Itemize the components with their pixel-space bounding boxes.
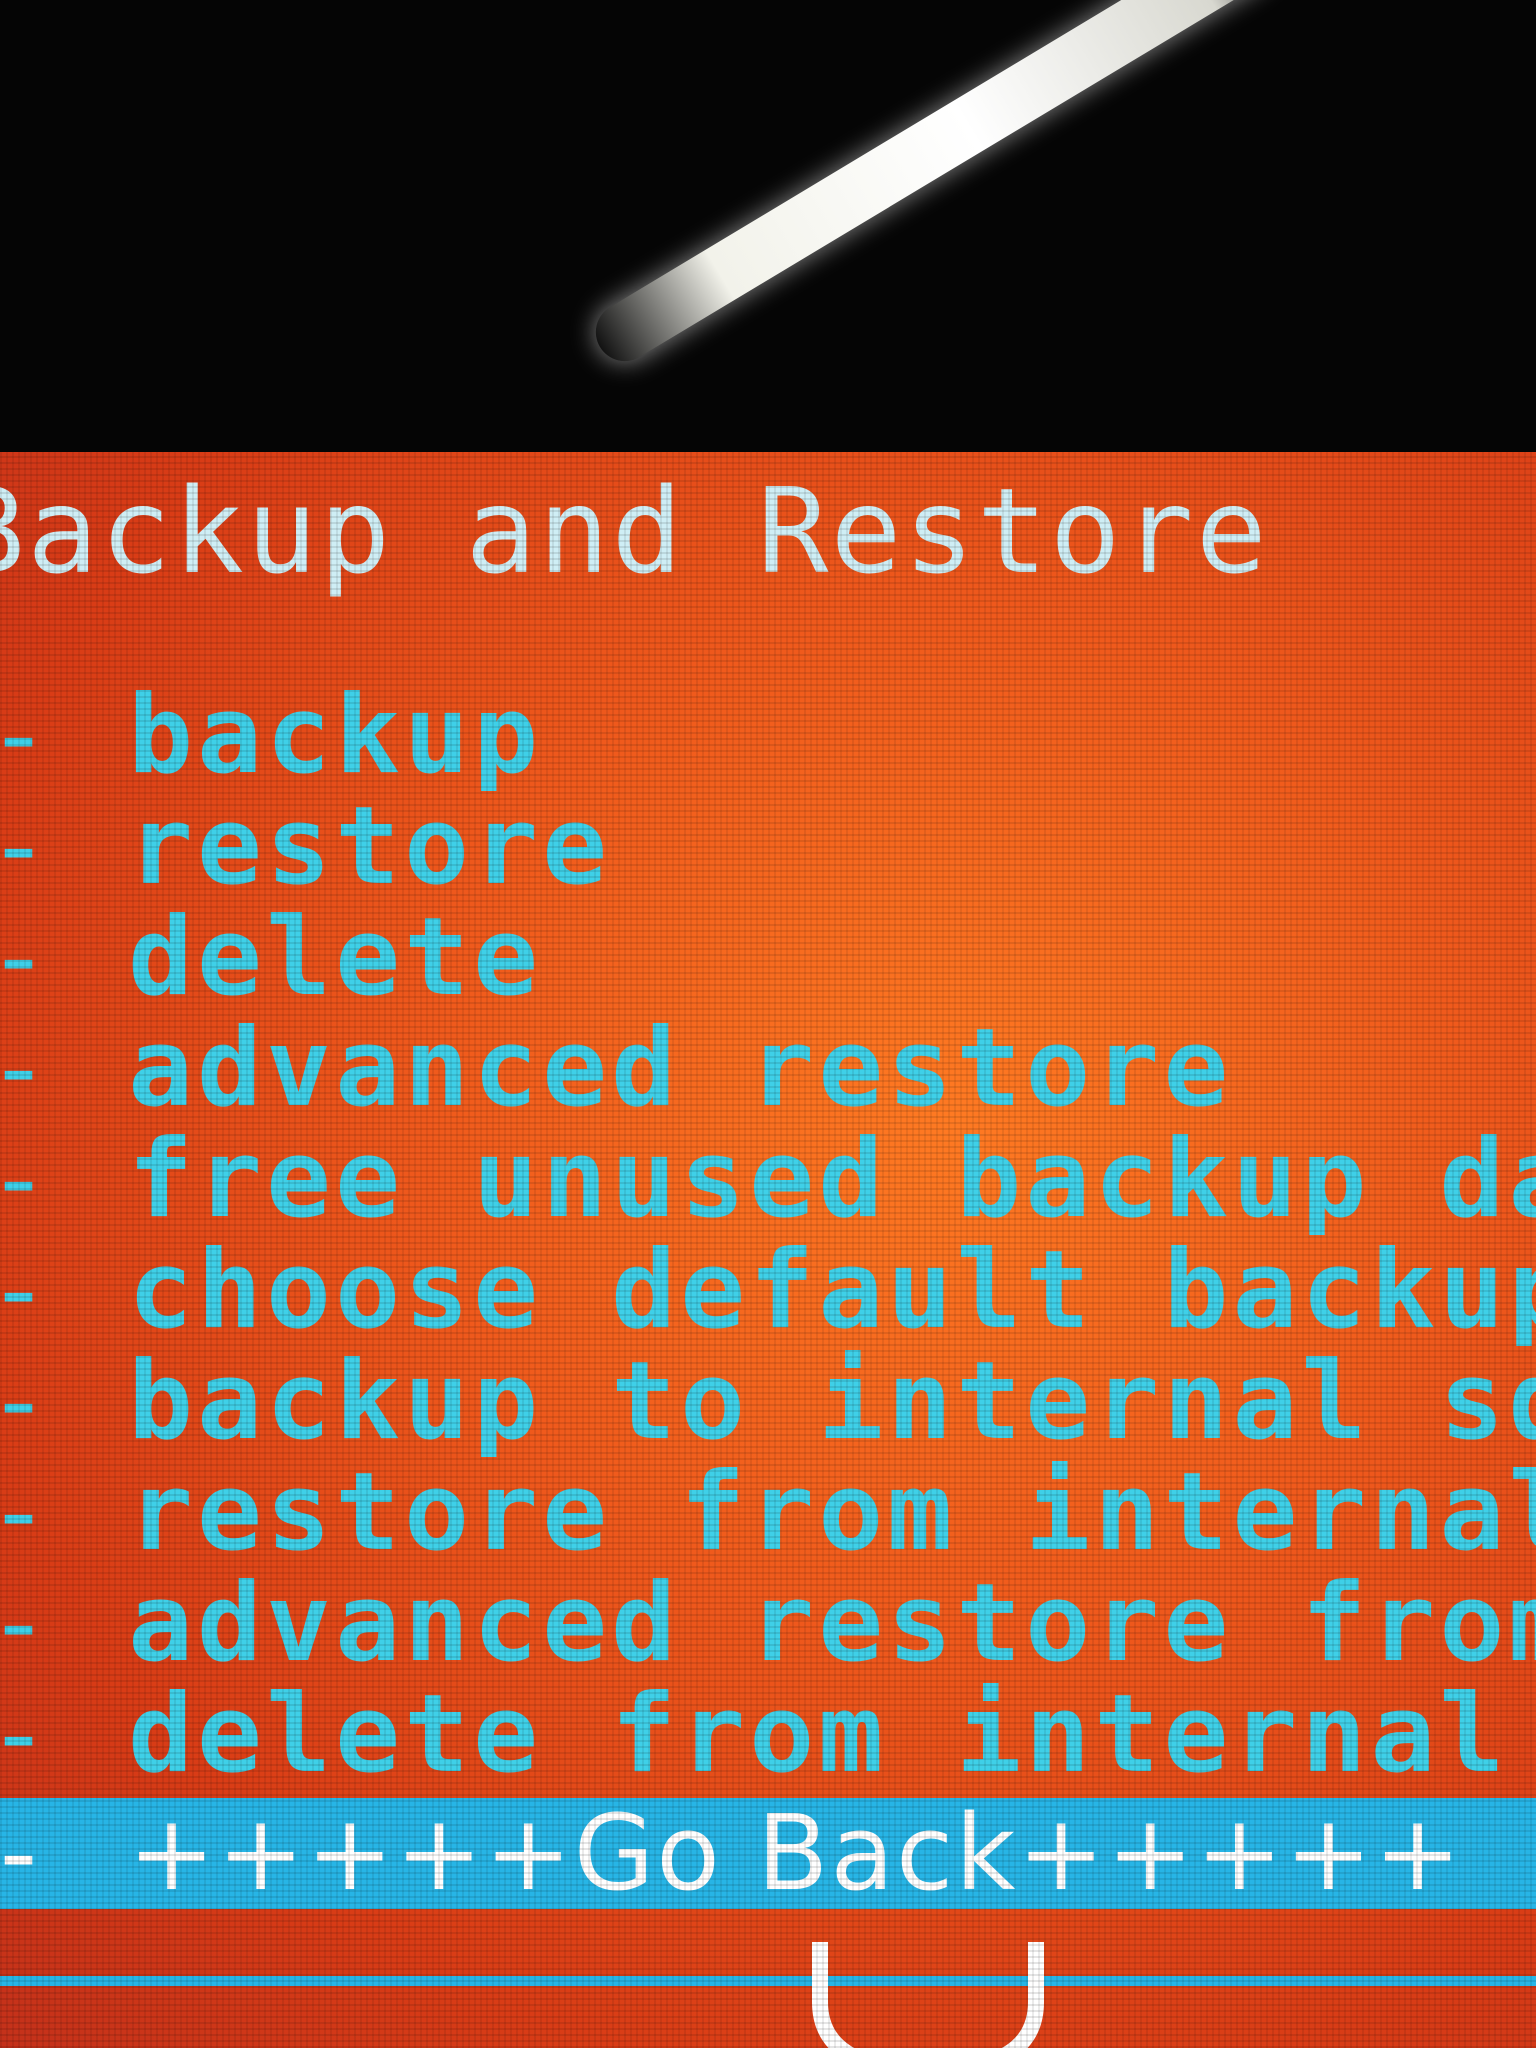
menu-item-label: free unused backup data (128, 1124, 1536, 1235)
menu-item-label: advanced restore (128, 1013, 1233, 1124)
menu-item-delete[interactable]: - delete (0, 902, 1536, 1013)
menu-item-label: delete (128, 902, 543, 1013)
menu-item-prefix: - (0, 680, 106, 791)
recovery-menu: - backup - restore - delete - advanced r… (0, 680, 1536, 1909)
menu-item-label: delete from internal sdcard (128, 1679, 1536, 1790)
menu-item-go-back[interactable]: - +++++Go Back+++++ (0, 1798, 1536, 1909)
menu-item-restore-from-internal-sdcard[interactable]: - restore from internal sdcard (0, 1457, 1536, 1568)
menu-item-prefix: - (0, 902, 106, 1013)
menu-item-prefix: - (0, 1124, 106, 1235)
menu-item-delete-from-internal-sdcard[interactable]: - delete from internal sdcard (0, 1679, 1536, 1790)
menu-item-advanced-restore[interactable]: - advanced restore (0, 1013, 1536, 1124)
menu-item-label: restore from internal sdcard (128, 1457, 1536, 1568)
recovery-screen: Backup and Restore - backup - restore - … (0, 452, 1536, 2048)
menu-item-backup[interactable]: - backup (0, 680, 1536, 791)
menu-item-label: +++++Go Back+++++ (128, 1798, 1464, 1909)
hook-icon (812, 1942, 1044, 2048)
menu-item-choose-default-backup-format[interactable]: - choose default backup format (0, 1235, 1536, 1346)
menu-item-prefix: - (0, 1013, 106, 1124)
page-title: Backup and Restore (0, 462, 1269, 600)
menu-item-label: choose default backup format (128, 1235, 1536, 1346)
menu-item-prefix: - (0, 1568, 106, 1679)
menu-item-free-unused-backup-data[interactable]: - free unused backup data (0, 1124, 1536, 1235)
menu-item-advanced-restore-from-internal-sdcard[interactable]: - advanced restore from internal sdcard (0, 1568, 1536, 1679)
menu-item-prefix: - (0, 1679, 106, 1790)
menu-item-prefix: - (0, 1457, 106, 1568)
menu-item-prefix: - (0, 1346, 106, 1457)
menu-item-prefix: - (0, 1798, 106, 1909)
menu-item-label: advanced restore from internal sdcard (128, 1568, 1536, 1679)
menu-item-prefix: - (0, 1235, 106, 1346)
menu-item-backup-to-internal-sdcard[interactable]: - backup to internal sdcard (0, 1346, 1536, 1457)
menu-item-label: backup (128, 680, 543, 791)
menu-item-label: backup to internal sdcard (128, 1346, 1536, 1457)
menu-item-label: restore (128, 791, 612, 902)
menu-bottom-divider (0, 1976, 1536, 1986)
menu-item-prefix: - (0, 791, 106, 902)
menu-item-restore[interactable]: - restore (0, 791, 1536, 902)
